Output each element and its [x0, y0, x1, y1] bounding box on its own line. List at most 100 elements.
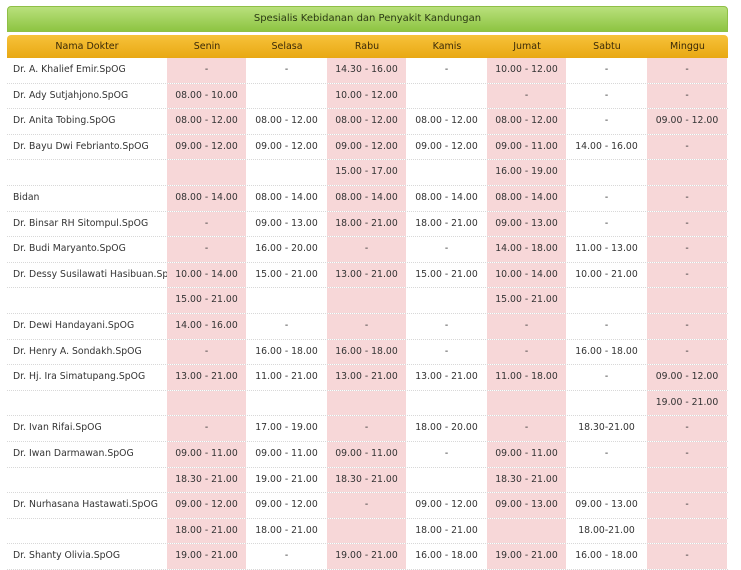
- table-row: Dr. Shanty Olivia.SpOG 19.00 - 21.00-19.0…: [7, 544, 728, 570]
- schedule-cell: -: [647, 262, 728, 288]
- schedule-cell: 09.00 - 12.00: [167, 493, 247, 518]
- table-row: 18.00 - 21.00 18.00 - 21.00 18.00 - 21.00 1…: [7, 518, 728, 545]
- schedule-cell: [327, 288, 407, 313]
- schedule-cell: 19.00 - 21.00: [247, 467, 327, 493]
- schedule-cell: 09.00 - 11.00: [167, 441, 247, 467]
- schedule-cell: [647, 518, 728, 544]
- table-row: Dr. Nurhasana Hastawati.SpOG 09.00 - 12.0…: [7, 493, 728, 519]
- schedule-cell: -: [567, 441, 647, 467]
- schedule-cell: [247, 160, 327, 185]
- doctor-name-cell: [7, 390, 167, 416]
- doctor-name-cell: Dr. Henry A. Sondakh.SpOG: [7, 339, 167, 365]
- doctor-name-cell: Dr. Shanty Olivia.SpOG: [7, 544, 167, 569]
- schedule-cell: 15.00 - 21.00: [487, 288, 567, 313]
- schedule-cell: [327, 390, 407, 416]
- schedule-cell: -: [647, 313, 728, 339]
- schedule-cell: 09.00 - 11.00: [327, 441, 407, 467]
- schedule-cell: 14.30 - 16.00: [327, 58, 407, 83]
- schedule-table-body: Dr. A. Khalief Emir.SpOG - -14.30 - 16.00-…: [7, 58, 728, 570]
- schedule-cell: 08.00 - 12.00: [407, 109, 487, 134]
- schedule-panel: Spesialis Kebidanan dan Penyakit Kandung…: [7, 6, 728, 570]
- schedule-cell: [327, 518, 407, 544]
- schedule-cell: 09.00 - 12.00: [327, 134, 407, 160]
- table-header-row: Nama Dokter Senin Selasa Rabu Kamis Juma…: [7, 35, 728, 58]
- doctor-name-cell: Dr. Anita Tobing.SpOG: [7, 109, 167, 134]
- schedule-cell: 13.00 - 21.00: [167, 365, 247, 390]
- schedule-cell: -: [647, 185, 728, 211]
- doctor-name-cell: [7, 467, 167, 493]
- schedule-cell: 18.00 - 20.00: [407, 416, 487, 441]
- schedule-cell: 16.00 - 19.00: [487, 160, 567, 185]
- table-row: Dr. Bayu Dwi Febrianto.SpOG 09.00 - 12.00…: [7, 134, 728, 161]
- doctor-name-cell: Dr. Bayu Dwi Febrianto.SpOG: [7, 134, 167, 160]
- schedule-cell: 17.00 - 19.00: [247, 416, 327, 441]
- table-row: Dr. Iwan Darmawan.SpOG 09.00 - 11.00 09.00…: [7, 441, 728, 468]
- doctor-name-cell: [7, 518, 167, 544]
- schedule-cell: 16.00 - 18.00: [567, 544, 647, 569]
- schedule-cell: 10.00 - 14.00: [167, 262, 247, 288]
- schedule-cell: 19.00 - 21.00: [167, 544, 247, 569]
- doctor-name-cell: Dr. Dessy Susilawati Hasibuan.SpOG: [7, 262, 167, 288]
- schedule-cell: [487, 390, 567, 416]
- schedule-cell: -: [567, 58, 647, 83]
- schedule-cell: 10.00 - 14.00: [487, 262, 567, 288]
- schedule-cell: 08.00 - 12.00: [167, 109, 247, 134]
- schedule-cell: 10.00 - 12.00: [487, 58, 567, 83]
- table-row: Dr. Henry A. Sondakh.SpOG -16.00 - 18.00 1…: [7, 339, 728, 366]
- doctor-name-cell: [7, 288, 167, 313]
- schedule-cell: -: [487, 416, 567, 441]
- schedule-cell: 18.30-21.00: [567, 416, 647, 441]
- schedule-cell: [407, 288, 487, 313]
- doctor-name-cell: Dr. Budi Maryanto.SpOG: [7, 237, 167, 262]
- schedule-cell: [487, 518, 567, 544]
- schedule-cell: -: [647, 493, 728, 518]
- schedule-cell: [647, 288, 728, 313]
- header-wednesday: Rabu: [354, 41, 380, 52]
- schedule-cell: [167, 160, 247, 185]
- schedule-cell: 19.00 - 21.00: [487, 544, 567, 569]
- schedule-cell: -: [407, 237, 487, 262]
- doctor-name-cell: Dr. A. Khalief Emir.SpOG: [7, 58, 167, 83]
- schedule-cell: -: [247, 544, 327, 569]
- doctor-name-cell: Dr. Ady Sutjahjono.SpOG: [7, 83, 167, 109]
- table-row: Dr. Ady Sutjahjono.SpOG 08.00 - 10.00 10.0…: [7, 83, 728, 110]
- header-doctor-name: Nama Dokter: [55, 41, 119, 52]
- schedule-cell: 11.00 - 18.00: [487, 365, 567, 390]
- schedule-cell: [407, 467, 487, 493]
- schedule-cell: -: [407, 313, 487, 339]
- schedule-cell: 09.00 - 11.00: [487, 134, 567, 160]
- doctor-name-cell: Dr. Iwan Darmawan.SpOG: [7, 441, 167, 467]
- schedule-cell: -: [647, 58, 728, 83]
- schedule-cell: 19.00 - 21.00: [647, 390, 728, 416]
- schedule-cell: -: [407, 339, 487, 365]
- schedule-cell: 10.00 - 21.00: [567, 262, 647, 288]
- schedule-cell: -: [647, 416, 728, 441]
- schedule-cell: 08.00 - 12.00: [487, 109, 567, 134]
- schedule-cell: [407, 390, 487, 416]
- schedule-cell: 09.00 - 11.00: [487, 441, 567, 467]
- schedule-cell: -: [327, 237, 407, 262]
- schedule-cell: 08.00 - 10.00: [167, 83, 247, 109]
- schedule-cell: 09.00 - 12.00: [647, 365, 728, 390]
- doctor-name-cell: Dr. Ivan Rifai.SpOG: [7, 416, 167, 441]
- schedule-cell: [247, 390, 327, 416]
- schedule-cell: 18.00-21.00: [567, 518, 647, 544]
- schedule-cell: 16.00 - 18.00: [567, 339, 647, 365]
- schedule-cell: -: [567, 109, 647, 134]
- schedule-cell: 09.00 - 13.00: [247, 211, 327, 237]
- schedule-cell: -: [167, 416, 247, 441]
- schedule-cell: 08.00 - 14.00: [407, 185, 487, 211]
- schedule-cell: -: [567, 185, 647, 211]
- schedule-cell: -: [567, 365, 647, 390]
- schedule-cell: -: [167, 211, 247, 237]
- doctor-name-cell: Dr. Dewi Handayani.SpOG: [7, 313, 167, 339]
- schedule-cell: -: [567, 211, 647, 237]
- schedule-cell: 08.00 - 12.00: [327, 109, 407, 134]
- table-row: Bidan 08.00 - 14.00 08.00 - 14.00 08.00 - 1…: [7, 185, 728, 212]
- header-saturday: Sabtu: [593, 41, 621, 52]
- doctor-name-cell: Dr. Nurhasana Hastawati.SpOG: [7, 493, 167, 518]
- schedule-cell: 14.00 - 16.00: [167, 313, 247, 339]
- schedule-cell: [407, 160, 487, 185]
- table-row: Dr. Binsar RH Sitompul.SpOG -09.00 - 13.0…: [7, 211, 728, 238]
- schedule-cell: -: [167, 237, 247, 262]
